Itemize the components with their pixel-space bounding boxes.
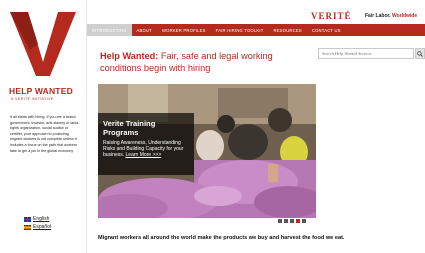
slide-indicators [278,219,306,223]
learn-more-link[interactable]: Learn More >>> [126,152,162,158]
search-input[interactable] [318,48,414,59]
hero-title: Verite Training Programs [103,119,156,137]
nav-item-contact-us[interactable]: CONTACT US [307,24,346,36]
language-link-english[interactable]: English [24,216,49,222]
search-icon [417,50,423,57]
slide-dot-2[interactable] [284,219,288,223]
language-label: Español [33,224,52,230]
sidebar-title: HELP WANTED [9,86,73,96]
brand-tagline: Fair Labor. Worldwide [365,13,417,19]
uk-flag-icon [24,216,31,222]
slide-dot-1[interactable] [278,219,282,223]
nav-item-about[interactable]: ABOUT [132,24,157,36]
page-headline: Help Wanted: Fair, safe and legal workin… [100,50,315,74]
language-link-spanish[interactable]: Español [24,224,51,230]
hero-slideshow[interactable]: Verite Training Programs Raising Awarene… [98,84,316,218]
nav-item-introduction[interactable]: INTRODUCTION [87,24,132,36]
tagline-text: Fair Labor. [365,13,391,19]
language-label: English [33,216,50,222]
intro-paragraph: Migrant workers all around the world mak… [98,235,345,241]
main-nav: INTRODUCTION ABOUT WORKER PROFILES FAIR … [87,24,425,36]
sidebar: HELP WANTED A VERITÉ INITIATIVE It all s… [0,0,87,253]
headline-bold: Help Wanted: [100,51,159,61]
sidebar-subtitle: A VERITÉ INITIATIVE [11,97,54,101]
hero-caption-overlay: Verite Training Programs Raising Awarene… [98,113,194,175]
slide-dot-4[interactable] [296,219,300,223]
hero-body: Raising Awareness, Understanding Risks a… [103,140,189,158]
tagline-accent: Worldwide [391,13,418,19]
nav-item-worker-profiles[interactable]: WORKER PROFILES [157,24,211,36]
sidebar-intro-text: It all starts with hiring. If you are a … [10,115,80,153]
search-button[interactable] [415,48,425,59]
slide-dot-3[interactable] [290,219,294,223]
help-wanted-v-logo[interactable] [8,10,78,80]
slide-dot-5[interactable] [302,219,306,223]
nav-item-fair-hiring-toolkit[interactable]: FAIR HIRING TOOLKIT [211,24,269,36]
nav-item-resources[interactable]: RESOURCES [269,24,307,36]
verite-logo[interactable]: VERITÉ [311,11,352,21]
spain-flag-icon [24,224,31,230]
